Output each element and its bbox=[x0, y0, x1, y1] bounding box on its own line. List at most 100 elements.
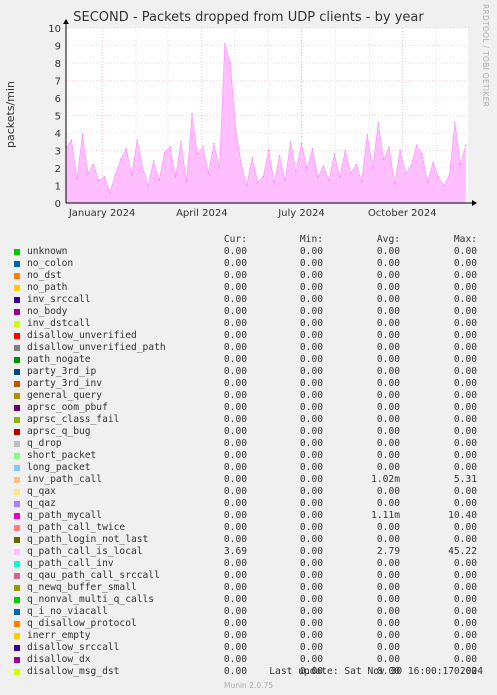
value-min: 0.00 bbox=[299, 546, 323, 557]
data-point bbox=[125, 148, 127, 150]
legend-swatch bbox=[14, 285, 20, 291]
value-avg: 0.00 bbox=[376, 402, 400, 413]
value-avg: 0.00 bbox=[376, 558, 400, 569]
value-max: 0.00 bbox=[453, 570, 477, 581]
legend-swatch bbox=[14, 297, 20, 303]
legend-swatch bbox=[14, 309, 20, 315]
legend-row: aprsc_oom_pbuf 0.00 0.00 0.00 0.00 bbox=[0, 402, 497, 414]
value-cur: 0.00 bbox=[223, 606, 247, 617]
value-max: 0.00 bbox=[453, 390, 477, 401]
value-min: 0.00 bbox=[299, 378, 323, 389]
value-avg: 0.00 bbox=[376, 438, 400, 449]
series-name: q_path_mycall bbox=[27, 510, 103, 521]
value-avg: 0.00 bbox=[376, 390, 400, 401]
y-tick-label: 6 bbox=[55, 94, 61, 105]
series-name: no_colon bbox=[27, 258, 74, 269]
legend-swatch bbox=[14, 381, 20, 387]
series-name: q_disallow_protocol bbox=[27, 618, 137, 629]
value-cur: 0.00 bbox=[223, 366, 247, 377]
data-point bbox=[366, 134, 369, 136]
data-point bbox=[404, 172, 407, 175]
series-name: q_qax bbox=[27, 486, 56, 497]
value-cur: 0.00 bbox=[223, 642, 247, 653]
value-max: 0.00 bbox=[453, 294, 477, 305]
data-point bbox=[465, 144, 467, 147]
data-point bbox=[311, 148, 314, 150]
value-avg: 0.00 bbox=[376, 606, 400, 617]
legend-swatch bbox=[14, 333, 20, 339]
legend-header: Cur: Min: Avg: Max: bbox=[0, 234, 497, 246]
value-cur: 0.00 bbox=[223, 426, 247, 437]
data-point bbox=[421, 153, 423, 155]
value-min: 0.00 bbox=[299, 318, 323, 329]
value-cur: 0.00 bbox=[223, 354, 247, 365]
value-min: 0.00 bbox=[299, 582, 323, 593]
legend-swatch bbox=[14, 585, 20, 591]
data-point bbox=[339, 176, 341, 178]
data-point bbox=[141, 167, 144, 169]
series-name: inv_dstcall bbox=[27, 318, 91, 329]
series-name: disallow_srccall bbox=[27, 642, 120, 653]
legend-row: q_disallow_protocol 0.00 0.00 0.00 0.00 bbox=[0, 618, 497, 630]
series-name: aprsc_class_fail bbox=[27, 414, 120, 425]
data-point bbox=[185, 181, 188, 183]
y-tick-label: 10 bbox=[48, 24, 61, 35]
value-max: 0.00 bbox=[453, 462, 477, 473]
value-avg: 0.00 bbox=[376, 522, 400, 533]
value-cur: 0.00 bbox=[223, 342, 247, 353]
value-avg: 0.00 bbox=[376, 282, 400, 293]
legend-row: disallow_dx 0.00 0.00 0.00 0.00 bbox=[0, 654, 497, 666]
value-max: 0.00 bbox=[453, 366, 477, 377]
series-name: party_3rd_ip bbox=[27, 366, 97, 377]
value-cur: 0.00 bbox=[223, 282, 247, 293]
legend-swatch bbox=[14, 537, 20, 543]
legend-row: disallow_unverified_path 0.00 0.00 0.00 0.00 bbox=[0, 342, 497, 354]
legend-swatch bbox=[14, 633, 20, 639]
data-point bbox=[267, 149, 270, 152]
legend-swatch bbox=[14, 405, 20, 411]
legend-swatch bbox=[14, 369, 20, 375]
data-point bbox=[256, 181, 259, 183]
data-point bbox=[98, 179, 100, 182]
value-cur: 0.00 bbox=[223, 534, 247, 545]
value-max: 45.22 bbox=[448, 546, 477, 557]
value-cur: 0.00 bbox=[223, 294, 247, 305]
y-tick-label: 3 bbox=[55, 147, 61, 158]
value-min: 0.00 bbox=[299, 570, 323, 581]
legend-row: q_path_call_inv 0.00 0.00 0.00 0.00 bbox=[0, 558, 497, 570]
legend-row: inerr_empty 0.00 0.00 0.00 0.00 bbox=[0, 630, 497, 642]
value-max: 0.00 bbox=[453, 378, 477, 389]
legend-row: q_path_mycall 0.00 0.00 1.11m 10.40 bbox=[0, 510, 497, 522]
value-max: 0.00 bbox=[453, 654, 477, 665]
legend-row: q_drop 0.00 0.00 0.00 0.00 bbox=[0, 438, 497, 450]
value-avg: 0.00 bbox=[376, 246, 400, 257]
legend-swatch bbox=[14, 429, 20, 435]
legend-table: Cur: Min: Avg: Max: unknown 0.00 0.00 0.00 0… bbox=[0, 234, 497, 678]
legend-row: inv_dstcall 0.00 0.00 0.00 0.00 bbox=[0, 318, 497, 330]
legend-swatch bbox=[14, 525, 20, 531]
value-max: 0.00 bbox=[453, 282, 477, 293]
munin-version: Munin 2.0.75 bbox=[223, 681, 274, 690]
data-point bbox=[218, 167, 221, 169]
series-name: q_i_no_viacall bbox=[27, 606, 108, 617]
legend-swatch bbox=[14, 321, 20, 327]
data-point bbox=[191, 113, 193, 115]
value-cur: 0.00 bbox=[223, 630, 247, 641]
data-point bbox=[81, 134, 84, 136]
legend-row: no_colon 0.00 0.00 0.00 0.00 bbox=[0, 258, 497, 270]
legend-row: short_packet 0.00 0.00 0.00 0.00 bbox=[0, 450, 497, 462]
legend-swatch bbox=[14, 657, 20, 663]
value-max: 0.00 bbox=[453, 354, 477, 365]
legend-swatch bbox=[14, 345, 20, 351]
value-max: 0.00 bbox=[453, 426, 477, 437]
legend-row: general_query 0.00 0.00 0.00 0.00 bbox=[0, 390, 497, 402]
value-min: 0.00 bbox=[299, 426, 323, 437]
data-point bbox=[92, 163, 95, 166]
value-max: 0.00 bbox=[453, 318, 477, 329]
legend-swatch bbox=[14, 489, 20, 495]
header-max: Max: bbox=[453, 234, 477, 245]
value-avg: 0.00 bbox=[376, 342, 400, 353]
value-min: 0.00 bbox=[299, 450, 323, 461]
legend-row: q_i_no_viacall 0.00 0.00 0.00 0.00 bbox=[0, 606, 497, 618]
legend-row: disallow_srccall 0.00 0.00 0.00 0.00 bbox=[0, 642, 497, 654]
